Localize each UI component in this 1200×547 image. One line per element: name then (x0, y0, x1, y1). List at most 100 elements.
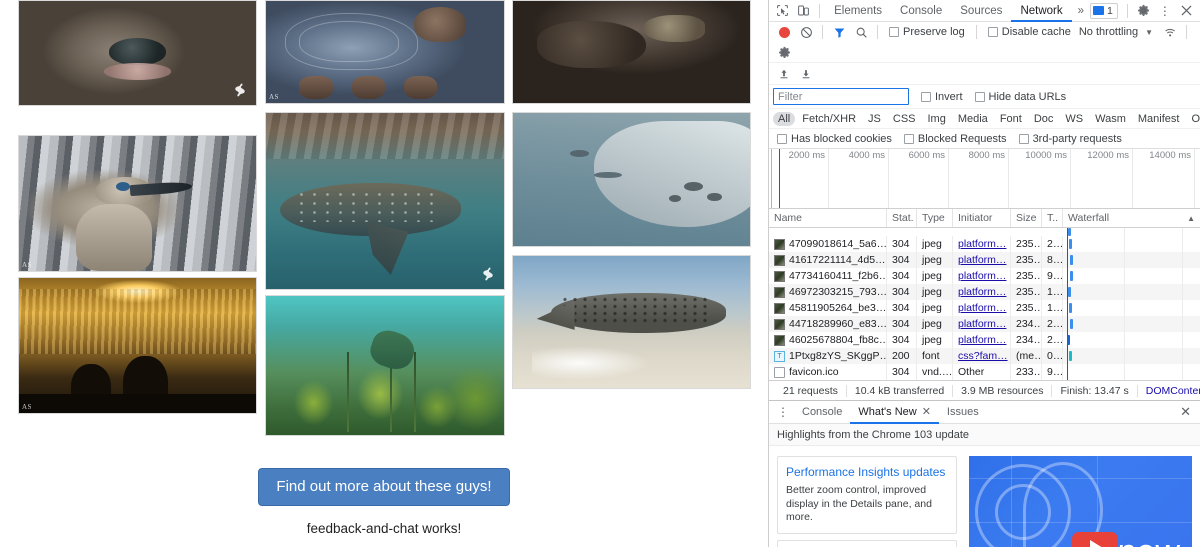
checkbox-box (921, 92, 931, 102)
column-header-waterfall[interactable]: Waterfall ▲ (1063, 209, 1200, 227)
request-size: 235… (1011, 236, 1042, 252)
has-blocked-cookies-checkbox[interactable]: Has blocked cookies (777, 133, 892, 145)
find-out-more-button[interactable]: Find out more about these guys! (258, 468, 509, 506)
type-filter-manifest[interactable]: Manifest (1133, 112, 1185, 126)
inspect-element-icon[interactable] (772, 1, 793, 21)
type-filter-ws[interactable]: WS (1060, 112, 1088, 126)
hide-data-urls-checkbox[interactable]: Hide data URLs (975, 91, 1067, 103)
clear-network-log-icon[interactable] (795, 22, 817, 42)
type-filter-wasm[interactable]: Wasm (1090, 112, 1131, 126)
web-page-content: AS AS (0, 0, 768, 547)
request-initiator[interactable]: platform… (953, 300, 1011, 316)
table-row[interactable]: 47734160411_f2b6… 304 jpeg platform… 235… (769, 268, 1200, 284)
chevron-down-icon[interactable]: ▼ (1145, 28, 1153, 37)
whats-new-video-thumbnail[interactable]: new (969, 456, 1192, 547)
cookie-filter-row: Has blocked cookies Blocked Requests 3rd… (769, 129, 1200, 149)
request-waterfall (1063, 268, 1200, 284)
record-button[interactable] (773, 22, 795, 42)
type-filter-font[interactable]: Font (995, 112, 1027, 126)
photo-leafy-sea-dragon[interactable] (265, 295, 505, 436)
whats-new-card-title[interactable]: Performance Insights updates (786, 463, 948, 481)
type-filter-doc[interactable]: Doc (1029, 112, 1059, 126)
devtools-drawer: ⋮ Console What's New ✕ Issues ✕ Highligh… (769, 400, 1200, 547)
table-row[interactable]: 41617221114_4d5… 304 jpeg platform… 235…… (769, 252, 1200, 268)
close-devtools-icon[interactable] (1176, 1, 1197, 21)
photo-image (19, 278, 256, 413)
disable-cache-checkbox[interactable]: Disable cache (988, 26, 1071, 38)
type-filter-css[interactable]: CSS (888, 112, 921, 126)
request-initiator[interactable]: platform… (953, 236, 1011, 252)
photo-red-footed-booby[interactable]: AS (18, 135, 257, 272)
column-header-size[interactable]: Size (1011, 209, 1042, 227)
column-header-type[interactable]: Type (917, 209, 953, 227)
photo-sea-lions-sunset[interactable]: AS (18, 277, 257, 414)
table-row[interactable]: 44718289960_e83… 304 jpeg platform… 234…… (769, 316, 1200, 332)
tab-elements[interactable]: Elements (825, 0, 891, 22)
close-drawer-icon[interactable]: ✕ (1174, 404, 1197, 420)
whats-new-card[interactable]: Improved color picker (777, 540, 957, 547)
photo-watermark: AS (269, 93, 279, 101)
table-row[interactable]: 46025678804_fb8c… 304 jpeg platform… 234… (769, 332, 1200, 348)
whats-new-card[interactable]: Performance Insights updates Better zoom… (777, 456, 957, 534)
photo-marine-iguana[interactable] (512, 0, 751, 104)
request-initiator[interactable]: platform… (953, 268, 1011, 284)
request-initiator[interactable]: platform… (953, 332, 1011, 348)
type-filter-other[interactable]: Other (1186, 112, 1200, 126)
play-button-icon[interactable] (1072, 532, 1118, 547)
drawer-more-options-icon[interactable]: ⋮ (772, 405, 794, 419)
drawer-tab-issues[interactable]: Issues (939, 401, 987, 424)
column-header-status[interactable]: Stat. (887, 209, 917, 227)
network-overview-timeline[interactable]: 2000 ms 4000 ms 6000 ms 8000 ms 10000 ms… (769, 149, 1200, 209)
tab-sources[interactable]: Sources (951, 0, 1011, 22)
table-body[interactable]: 47099018614_5a6… 304 jpeg platform… 235…… (769, 228, 1200, 380)
table-row[interactable]: 46972303215_793… 304 jpeg platform… 235…… (769, 284, 1200, 300)
type-filter-fetch-xhr[interactable]: Fetch/XHR (797, 112, 861, 126)
more-tabs-icon[interactable]: » (1072, 0, 1090, 22)
type-filter-img[interactable]: Img (923, 112, 951, 126)
blocked-requests-checkbox[interactable]: Blocked Requests (904, 133, 1007, 145)
filter-input[interactable] (773, 88, 909, 105)
table-row[interactable]: 47099018614_5a6… 304 jpeg platform… 235…… (769, 236, 1200, 252)
photo-manta-ray[interactable] (512, 112, 751, 247)
devtools-more-options-icon[interactable]: ⋮ (1154, 1, 1176, 21)
request-status: 304 (887, 332, 917, 348)
network-conditions-icon[interactable] (1159, 22, 1181, 42)
export-har-icon[interactable] (773, 64, 795, 84)
tab-network[interactable]: Network (1011, 0, 1071, 22)
preserve-log-checkbox[interactable]: Preserve log (889, 26, 965, 38)
type-filter-media[interactable]: Media (953, 112, 993, 126)
device-toolbar-icon[interactable] (793, 1, 814, 21)
table-row[interactable]: T 1Ptxg8zYS_SKggP… 200 font css?fam… (me… (769, 348, 1200, 364)
table-row[interactable]: favicon.ico 304 vnd.… Other 233… 9… (769, 364, 1200, 380)
photo-galapagos-tortoise[interactable]: AS (265, 0, 505, 104)
settings-gear-icon[interactable] (1133, 1, 1154, 21)
request-waterfall (1063, 284, 1200, 300)
type-filter-all[interactable]: All (773, 112, 795, 126)
third-party-requests-checkbox[interactable]: 3rd-party requests (1019, 133, 1122, 145)
table-row[interactable]: 45811905264_be3… 304 jpeg platform… 235…… (769, 300, 1200, 316)
photo-leopard-shark[interactable] (512, 255, 751, 389)
drawer-tab-whats-new[interactable]: What's New ✕ (850, 401, 939, 424)
photo-koala[interactable] (18, 0, 257, 106)
request-initiator[interactable]: platform… (953, 284, 1011, 300)
hide-data-urls-label: Hide data URLs (989, 91, 1067, 103)
request-initiator[interactable]: platform… (953, 252, 1011, 268)
close-tab-icon[interactable]: ✕ (922, 401, 931, 424)
import-har-icon[interactable] (795, 64, 817, 84)
video-caption: new (1118, 533, 1180, 547)
network-settings-gear-icon[interactable] (773, 42, 795, 62)
filter-funnel-icon[interactable] (828, 22, 850, 42)
photo-whale-shark[interactable] (265, 112, 505, 290)
request-initiator[interactable]: platform… (953, 316, 1011, 332)
column-header-name[interactable]: Name (769, 209, 887, 227)
type-filter-js[interactable]: JS (863, 112, 886, 126)
column-header-initiator[interactable]: Initiator (953, 209, 1011, 227)
drawer-tab-console[interactable]: Console (794, 401, 850, 424)
throttling-select[interactable]: No throttling (1079, 26, 1138, 38)
request-initiator[interactable]: css?fam… (953, 348, 1011, 364)
column-header-time[interactable]: T.. (1042, 209, 1063, 227)
message-count-badge[interactable]: 1 (1090, 3, 1118, 19)
invert-checkbox[interactable]: Invert (921, 91, 963, 103)
search-icon[interactable] (850, 22, 872, 42)
tab-console[interactable]: Console (891, 0, 951, 22)
